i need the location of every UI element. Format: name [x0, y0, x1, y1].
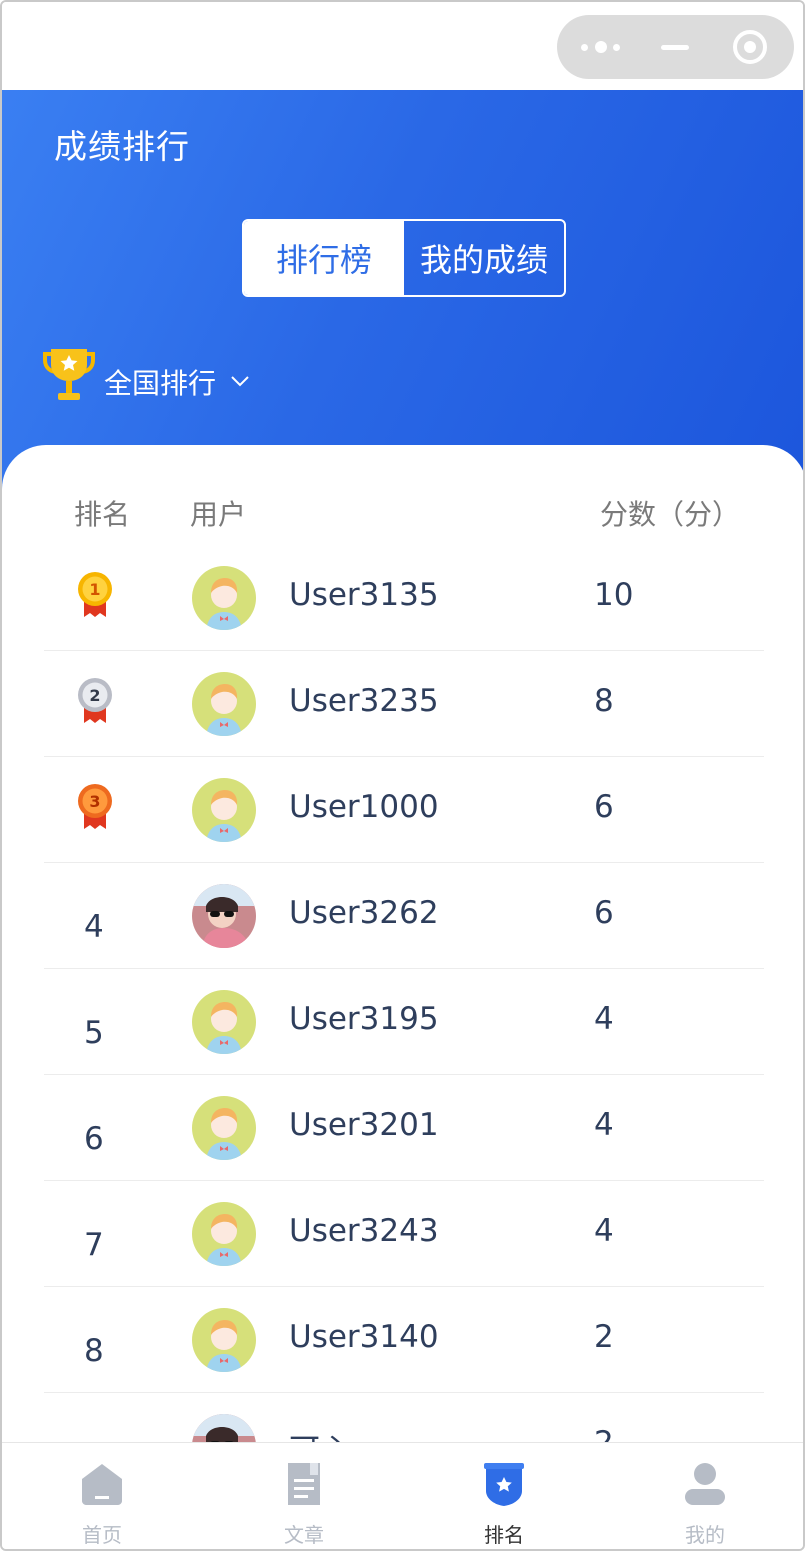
- user-score: 4: [594, 1107, 614, 1143]
- tab-profile[interactable]: 我的: [605, 1443, 803, 1549]
- user-name: User1000: [289, 789, 439, 825]
- rank-number: 7: [84, 1227, 104, 1263]
- rank-number: 5: [84, 1015, 104, 1051]
- column-user: 用户: [190, 498, 247, 531]
- gold-medal-icon: 1: [78, 572, 112, 617]
- leaderboard-list: 1 User3135 10 2 User3235 8 3 User1000 6 4 User3262…: [44, 545, 764, 1499]
- rank-number: 4: [84, 909, 104, 945]
- ranking-header: 成绩排行 排行榜 我的成绩 全国排行: [2, 90, 803, 490]
- exit-icon[interactable]: [733, 30, 767, 64]
- tab-ranking-label: 排名: [484, 1523, 524, 1547]
- bottom-tab-bar: 首页 文章 排名 我的: [2, 1442, 803, 1549]
- default-avatar[interactable]: [192, 1202, 256, 1266]
- table-row[interactable]: 1 User3135 10: [44, 545, 764, 651]
- rank-number: 8: [84, 1333, 104, 1369]
- default-avatar[interactable]: [192, 1308, 256, 1372]
- tab-home-label: 首页: [82, 1523, 122, 1547]
- medal-rank-number: 1: [89, 580, 100, 599]
- column-rank: 排名: [74, 498, 131, 531]
- table-row[interactable]: 8 User3140 2: [44, 1287, 764, 1393]
- user-photo-avatar[interactable]: [192, 884, 256, 948]
- user-score: 10: [594, 577, 634, 613]
- app-frame: 成绩排行 排行榜 我的成绩 全国排行 排名 用户 分数（分） 1 User313…: [0, 0, 805, 1551]
- user-name: User3243: [289, 1213, 439, 1249]
- scope-selector[interactable]: 全国排行: [42, 346, 250, 404]
- profile-icon: [685, 1463, 725, 1505]
- table-row[interactable]: 5 User3195 4: [44, 969, 764, 1075]
- tab-home[interactable]: 首页: [2, 1443, 202, 1549]
- status-strip: [2, 2, 803, 90]
- view-switcher: 排行榜 我的成绩: [242, 219, 566, 297]
- user-score: 2: [594, 1319, 614, 1355]
- table-row[interactable]: 3 User1000 6: [44, 757, 764, 863]
- article-icon: [288, 1463, 320, 1505]
- default-avatar[interactable]: [192, 990, 256, 1054]
- rank-number: 6: [84, 1121, 104, 1157]
- table-row[interactable]: 7 User3243 4: [44, 1181, 764, 1287]
- trophy-icon: [43, 349, 95, 400]
- user-name: User3135: [289, 577, 439, 613]
- silver-medal-icon: 2: [78, 678, 112, 723]
- default-avatar[interactable]: [192, 1096, 256, 1160]
- tab-my-scores[interactable]: 我的成绩: [404, 221, 564, 295]
- user-score: 6: [594, 895, 614, 931]
- tab-leaderboard[interactable]: 排行榜: [244, 221, 404, 295]
- user-score: 4: [594, 1213, 614, 1249]
- miniprogram-capsule: [557, 15, 794, 79]
- user-name: User3235: [289, 683, 439, 719]
- medal-rank-number: 2: [89, 686, 100, 705]
- default-avatar[interactable]: [192, 672, 256, 736]
- default-avatar[interactable]: [192, 778, 256, 842]
- table-row[interactable]: 4 User3262 6: [44, 863, 764, 969]
- leaderboard-card: 排名 用户 分数（分） 1 User3135 10 2 User3235 8 3 User10…: [2, 445, 803, 1499]
- tab-article-label: 文章: [284, 1523, 324, 1547]
- user-score: 6: [594, 789, 614, 825]
- home-icon: [82, 1464, 122, 1505]
- medal-rank-number: 3: [89, 792, 100, 811]
- ranking-badge-icon: [484, 1463, 524, 1506]
- user-name: User3201: [289, 1107, 439, 1143]
- more-options-icon[interactable]: [581, 39, 631, 55]
- scope-label: 全国排行: [104, 367, 217, 400]
- bronze-medal-icon: 3: [78, 784, 112, 829]
- page-title: 成绩排行: [54, 127, 190, 166]
- table-header: 排名 用户 分数（分）: [2, 493, 803, 533]
- user-name: User3262: [289, 895, 439, 931]
- minimize-icon[interactable]: [661, 45, 689, 50]
- column-score: 分数（分）: [600, 498, 741, 531]
- table-row[interactable]: 6 User3201 4: [44, 1075, 764, 1181]
- default-avatar[interactable]: [192, 566, 256, 630]
- user-name: User3195: [289, 1001, 439, 1037]
- tab-article[interactable]: 文章: [204, 1443, 404, 1549]
- user-name: User3140: [289, 1319, 439, 1355]
- table-row[interactable]: 2 User3235 8: [44, 651, 764, 757]
- user-score: 4: [594, 1001, 614, 1037]
- tab-profile-label: 我的: [685, 1523, 725, 1547]
- chevron-down-icon: [231, 376, 249, 387]
- tab-ranking[interactable]: 排名: [404, 1443, 604, 1549]
- user-score: 8: [594, 683, 614, 719]
